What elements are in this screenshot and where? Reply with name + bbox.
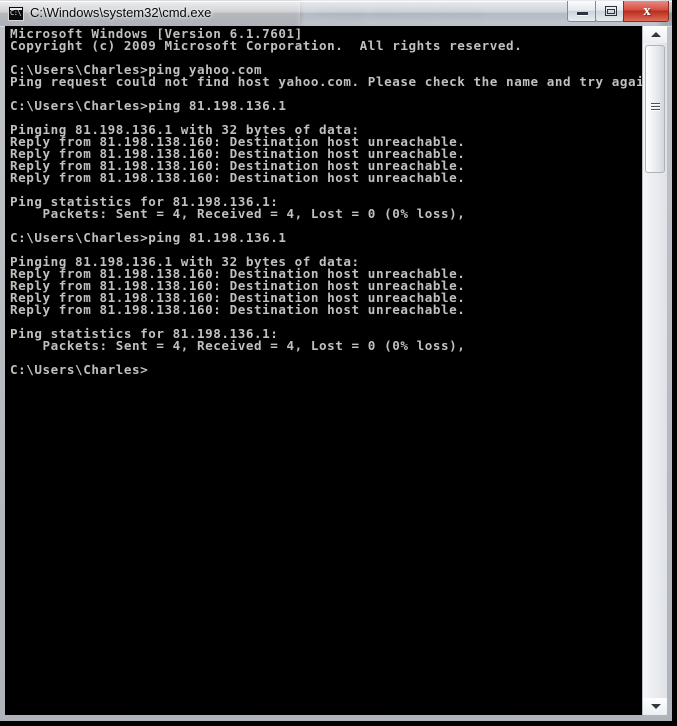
command-prompt-window: C:\ C:\Windows\system32\cmd.exe x Micros… bbox=[0, 0, 672, 721]
scrollbar-thumb[interactable] bbox=[645, 45, 665, 173]
console-output-area[interactable]: Microsoft Windows [Version 6.1.7601] Cop… bbox=[5, 26, 642, 715]
cmd-icon-glyph: C:\ bbox=[10, 9, 22, 17]
window-frame: Microsoft Windows [Version 6.1.7601] Cop… bbox=[0, 26, 672, 721]
minimize-icon bbox=[577, 12, 588, 15]
scroll-down-button[interactable] bbox=[643, 698, 667, 715]
minimize-button[interactable] bbox=[567, 1, 596, 22]
maximize-button[interactable] bbox=[595, 1, 624, 22]
vertical-scrollbar[interactable] bbox=[642, 26, 667, 715]
scrollbar-grip-icon bbox=[651, 103, 660, 112]
close-icon: x bbox=[643, 3, 651, 19]
chevron-up-icon bbox=[651, 32, 661, 37]
close-button[interactable]: x bbox=[623, 1, 669, 22]
console-text: Microsoft Windows [Version 6.1.7601] Cop… bbox=[10, 26, 642, 377]
chevron-down-icon bbox=[651, 704, 661, 709]
window-titlebar[interactable]: C:\ C:\Windows\system32\cmd.exe x bbox=[0, 0, 672, 27]
window-controls: x bbox=[567, 1, 669, 23]
cmd-console-icon[interactable]: C:\ bbox=[8, 6, 24, 21]
scroll-up-button[interactable] bbox=[643, 26, 667, 43]
maximize-icon-inner bbox=[607, 9, 615, 14]
window-title: C:\Windows\system32\cmd.exe bbox=[30, 5, 212, 20]
